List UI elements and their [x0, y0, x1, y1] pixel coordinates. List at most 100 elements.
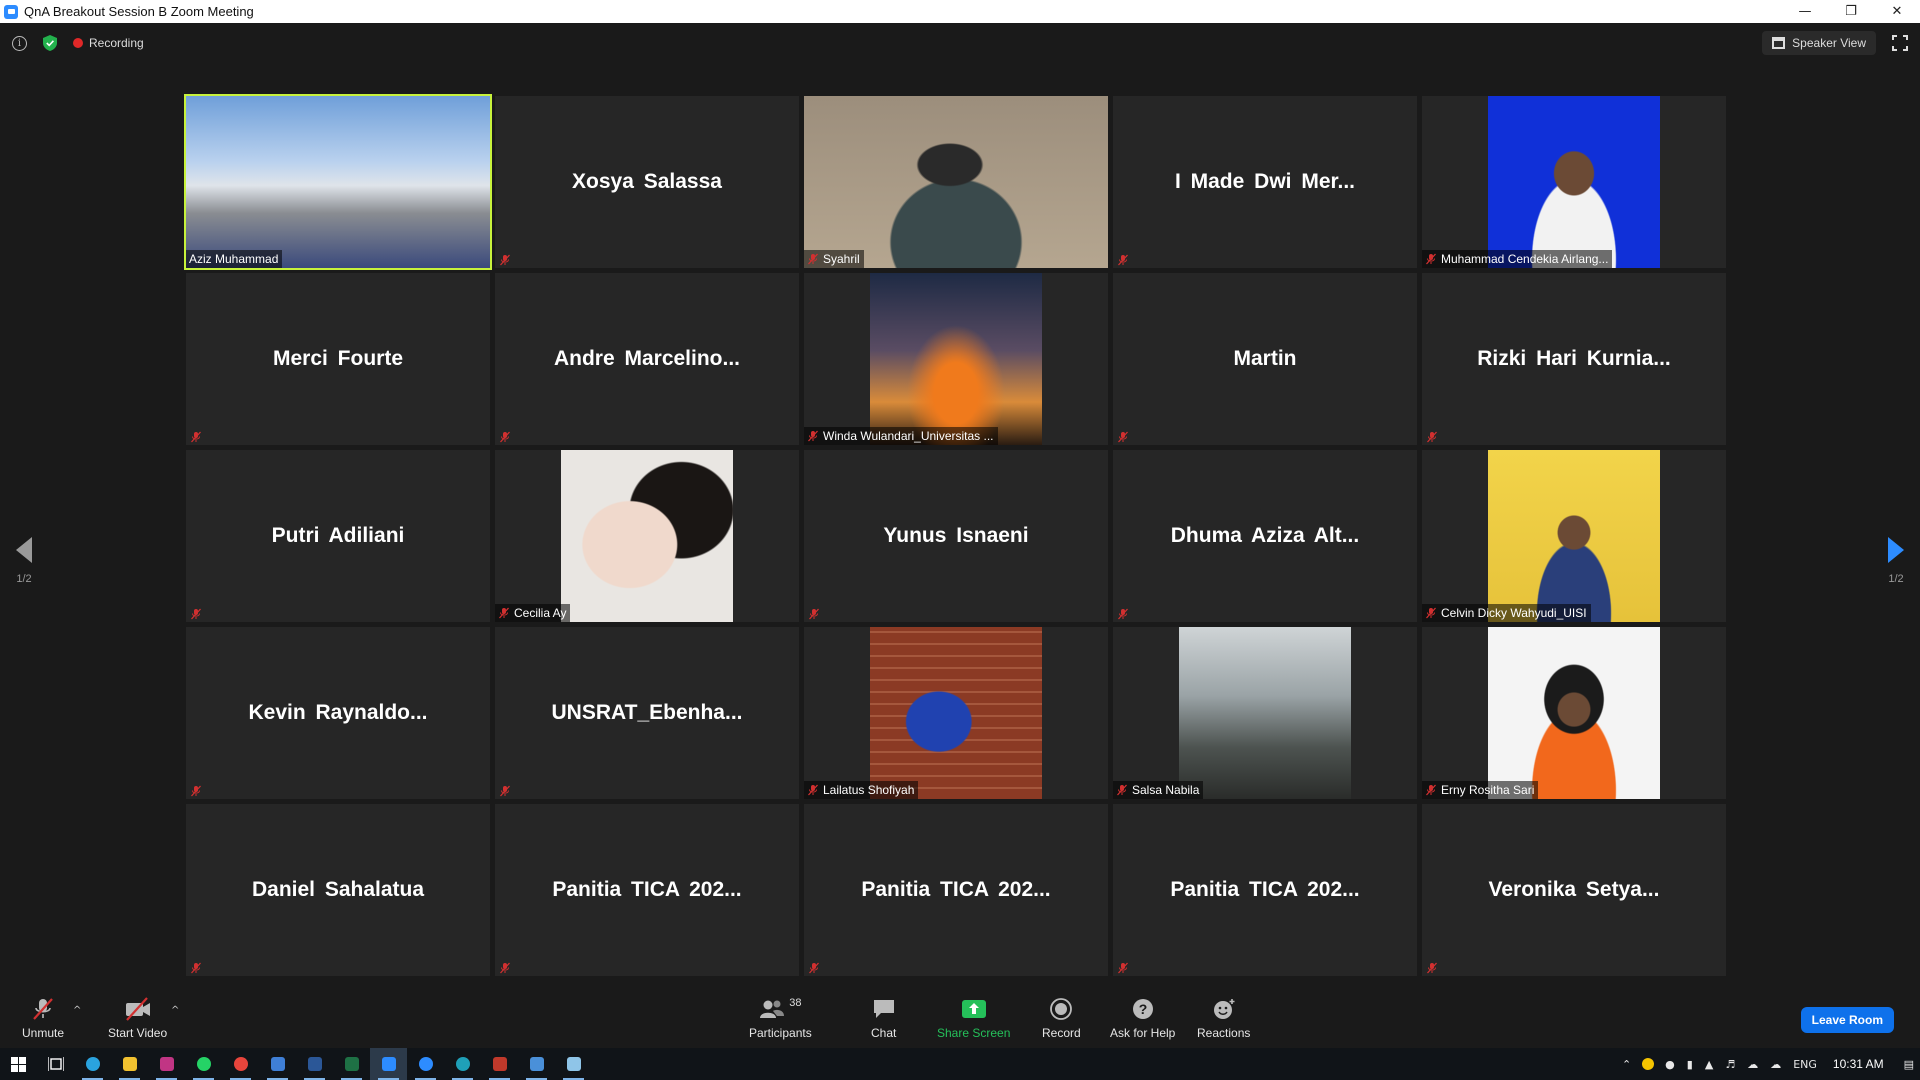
start-video-button[interactable]: Start Video — [108, 997, 167, 1040]
participant-tile[interactable]: Winda Wulandari_Universitas ... — [804, 273, 1108, 445]
record-button[interactable]: Record — [1042, 997, 1081, 1040]
window-title: QnA Breakout Session B Zoom Meeting — [24, 4, 254, 19]
muted-mic-icon — [1425, 253, 1437, 265]
participant-tile[interactable]: Muhammad Cendekia Airlang... — [1422, 96, 1726, 268]
word-icon[interactable] — [296, 1048, 333, 1080]
minimize-button[interactable]: — — [1782, 0, 1828, 23]
muted-microphone-icon — [33, 998, 53, 1020]
muted-mic-icon — [808, 607, 820, 620]
participant-tile[interactable]: Panitia TICA 202... — [495, 804, 799, 976]
close-button[interactable]: ✕ — [1874, 0, 1920, 23]
participant-tile[interactable]: Panitia TICA 202... — [1113, 804, 1417, 976]
participant-tile[interactable]: Cecilia Ay — [495, 450, 799, 622]
participant-tile[interactable]: Salsa Nabila — [1113, 627, 1417, 799]
recording-indicator[interactable]: Recording — [73, 36, 144, 50]
reactions-smiley-icon — [1213, 999, 1235, 1019]
muted-mic-icon — [1117, 253, 1129, 266]
settings-app-icon[interactable] — [481, 1048, 518, 1080]
unmute-button[interactable]: Unmute — [22, 997, 64, 1040]
telegram-icon[interactable] — [74, 1048, 111, 1080]
participant-tile[interactable]: Rizki Hari Kurnia... — [1422, 273, 1726, 445]
notification-center-icon[interactable]: ▤ — [1904, 1058, 1914, 1071]
participant-name: Xosya Salassa — [572, 170, 722, 193]
participant-name: Yunus Isnaeni — [883, 524, 1029, 547]
language-indicator[interactable]: ENG — [1793, 1058, 1817, 1071]
calendar-app-icon[interactable] — [518, 1048, 555, 1080]
participant-tile[interactable]: Veronika Setya... — [1422, 804, 1726, 976]
participant-tile[interactable]: Panitia TICA 202... — [804, 804, 1108, 976]
participant-tile[interactable]: Xosya Salassa — [495, 96, 799, 268]
app-blue-icon[interactable] — [259, 1048, 296, 1080]
whatsapp-icon[interactable] — [185, 1048, 222, 1080]
windows-taskbar: ⌃ ● ▮ ▲ ♬ ☁ ☁ ENG 10:31 AM ▤ — [0, 1048, 1920, 1080]
participant-tile[interactable]: I Made Dwi Mer... — [1113, 96, 1417, 268]
tray-battery-icon[interactable]: ▮ — [1687, 1058, 1693, 1071]
speaker-view-button[interactable]: Speaker View — [1762, 31, 1876, 55]
arrow-right-icon — [1888, 537, 1904, 563]
file-explorer-icon[interactable] — [111, 1048, 148, 1080]
participant-tile[interactable]: Dhuma Aziza Alt... — [1113, 450, 1417, 622]
share-screen-button[interactable]: Share Screen — [937, 997, 1010, 1040]
participant-tile[interactable]: Yunus Isnaeni — [804, 450, 1108, 622]
tray-overflow-chevron-icon[interactable]: ⌃ — [1622, 1058, 1631, 1071]
leave-room-button[interactable]: Leave Room — [1800, 1007, 1894, 1033]
participant-tile[interactable]: UNSRAT_Ebenha... — [495, 627, 799, 799]
ask-for-help-button[interactable]: ? Ask for Help — [1110, 997, 1175, 1040]
participant-tile[interactable]: Syahril — [804, 96, 1108, 268]
participants-button[interactable]: 38 Participants — [749, 997, 812, 1040]
reactions-button[interactable]: Reactions — [1197, 997, 1250, 1040]
speaker-view-icon — [1772, 37, 1786, 49]
recording-label: Recording — [89, 36, 144, 50]
arrow-left-icon — [16, 537, 32, 563]
meeting-topbar: i Recording Speaker View — [0, 23, 1920, 63]
excel-icon[interactable] — [333, 1048, 370, 1080]
tray-cloud-icon[interactable]: ☁ — [1770, 1058, 1781, 1071]
muted-mic-icon — [807, 430, 819, 442]
meeting-info-icon[interactable]: i — [12, 35, 27, 51]
participant-name: Winda Wulandari_Universitas ... — [823, 429, 994, 443]
task-view-icon[interactable] — [37, 1048, 74, 1080]
fullscreen-icon[interactable] — [1892, 35, 1908, 51]
participant-tile[interactable]: Celvin Dicky Wahyudi_UISI — [1422, 450, 1726, 622]
participant-tile[interactable]: Lailatus Shofiyah — [804, 627, 1108, 799]
tray-network-icon[interactable]: ▲ — [1705, 1058, 1713, 1071]
participant-tile[interactable]: Andre Marcelino... — [495, 273, 799, 445]
participant-name: Panitia TICA 202... — [552, 878, 742, 901]
tray-app-icon[interactable] — [1642, 1058, 1655, 1070]
participant-tile[interactable]: Putri Adiliani — [186, 450, 490, 622]
previous-page-button[interactable]: 1/2 — [16, 537, 32, 585]
participant-tile[interactable]: Martin — [1113, 273, 1417, 445]
participant-video — [804, 96, 1108, 268]
taskbar-clock[interactable]: 10:31 AM — [1833, 1057, 1884, 1071]
tray-onedrive-icon[interactable]: ☁ — [1747, 1058, 1758, 1071]
chrome-icon[interactable] — [222, 1048, 259, 1080]
zoom-taskbar-icon[interactable] — [370, 1048, 407, 1080]
zoom-second-icon[interactable] — [407, 1048, 444, 1080]
instagram-icon[interactable] — [148, 1048, 185, 1080]
next-page-button[interactable]: 1/2 — [1888, 537, 1904, 585]
participant-name: Erny Rositha Sari — [1441, 783, 1535, 797]
audio-options-caret-icon[interactable]: ^ — [73, 1005, 81, 1016]
encryption-shield-icon[interactable] — [43, 35, 57, 51]
participant-tile[interactable]: Erny Rositha Sari — [1422, 627, 1726, 799]
participant-name: Merci Fourte — [272, 347, 404, 370]
chat-button[interactable]: Chat — [871, 997, 896, 1040]
notepad-icon[interactable] — [555, 1048, 592, 1080]
participant-tile[interactable]: Kevin Raynaldo... — [186, 627, 490, 799]
windows-start-icon[interactable] — [0, 1048, 37, 1080]
tray-volume-icon[interactable]: ♬ — [1725, 1058, 1735, 1071]
participant-tile[interactable]: Aziz Muhammad — [184, 94, 492, 270]
participant-name: Martin — [1233, 347, 1297, 370]
unmute-label: Unmute — [22, 1026, 65, 1040]
muted-mic-icon — [498, 607, 510, 619]
chat-label: Chat — [871, 1026, 897, 1040]
video-options-caret-icon[interactable]: ^ — [171, 1005, 179, 1016]
participant-name: Veronika Setya... — [1488, 878, 1660, 901]
participant-tile[interactable]: Daniel Sahalatua — [186, 804, 490, 976]
video-off-icon — [125, 997, 150, 1021]
participant-name-tag: Celvin Dicky Wahyudi_UISI — [1422, 604, 1591, 622]
restore-button[interactable]: ❐ — [1828, 0, 1874, 23]
participant-tile[interactable]: Merci Fourte — [186, 273, 490, 445]
edge-icon[interactable] — [444, 1048, 481, 1080]
tray-microphone-icon[interactable]: ● — [1665, 1058, 1675, 1071]
